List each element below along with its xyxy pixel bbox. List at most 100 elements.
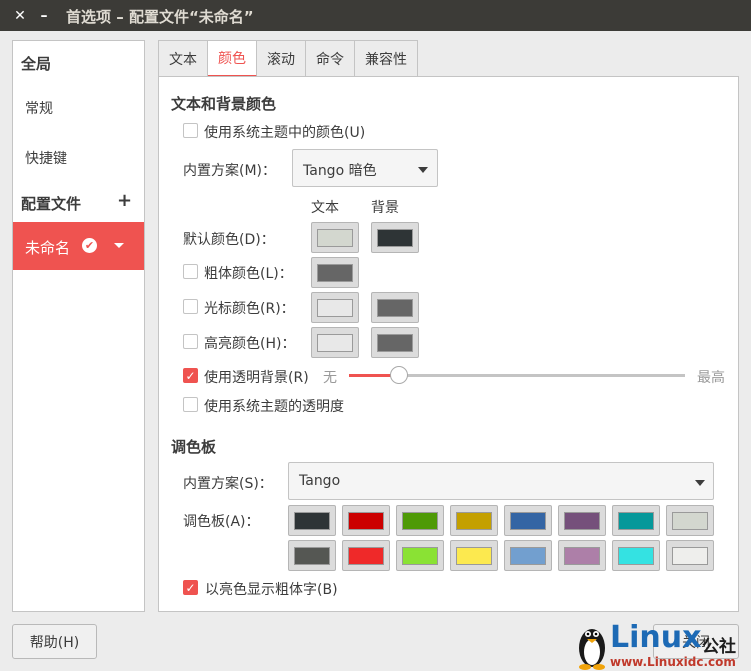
add-profile-icon[interactable]: + bbox=[117, 192, 132, 210]
color-swatch bbox=[618, 546, 654, 565]
watermark-url: www.Linuxidc.com bbox=[610, 655, 736, 669]
title-bar: ✕ – 首选项 – 配置文件“未命名” bbox=[0, 0, 751, 31]
builtin-scheme-combo[interactable]: Tango 暗色 bbox=[292, 149, 438, 187]
default-text-color-button[interactable] bbox=[311, 222, 359, 253]
palette-row2-swatch-button-0[interactable] bbox=[288, 540, 336, 571]
sidebar-item-general[interactable]: 常规 bbox=[25, 98, 53, 118]
sidebar-heading-profiles: 配置文件 bbox=[21, 195, 82, 213]
color-swatch bbox=[348, 546, 384, 565]
color-swatch bbox=[402, 511, 438, 530]
color-swatch bbox=[456, 511, 492, 530]
default-check-icon: ✔ bbox=[82, 238, 97, 253]
cursor-bg-color-button[interactable] bbox=[371, 292, 419, 323]
bold-bright-checkbox[interactable]: ✓ bbox=[183, 580, 198, 595]
tab-command[interactable]: 命令 bbox=[306, 40, 355, 77]
minimize-icon[interactable]: – bbox=[36, 8, 52, 24]
bold-bright-label: 以亮色显示粗体字(B) bbox=[205, 582, 338, 598]
highlight-text-color-button[interactable] bbox=[311, 327, 359, 358]
bold-color-button[interactable] bbox=[311, 257, 359, 288]
color-swatch bbox=[294, 511, 330, 530]
color-swatch bbox=[456, 546, 492, 565]
color-swatch bbox=[377, 228, 413, 247]
cursor-color-checkbox[interactable] bbox=[183, 299, 198, 314]
color-swatch bbox=[618, 511, 654, 530]
palette-row1-swatch-button-4[interactable] bbox=[504, 505, 552, 536]
color-swatch bbox=[672, 511, 708, 530]
sidebar-heading-global: 全局 bbox=[21, 55, 52, 73]
watermark-brand: Linux bbox=[610, 620, 702, 655]
palette-row1-swatch-button-1[interactable] bbox=[342, 505, 390, 536]
palette-row-1 bbox=[288, 505, 718, 536]
color-swatch bbox=[377, 298, 413, 317]
watermark-cn: 公社 bbox=[702, 637, 736, 657]
window-title: 首选项 – 配置文件“未命名” bbox=[66, 8, 254, 26]
text-bg-colors-heading: 文本和背景颜色 bbox=[171, 95, 277, 113]
palette-row2-swatch-button-7[interactable] bbox=[666, 540, 714, 571]
watermark: Linux 公社 www.Linuxidc.com bbox=[572, 620, 751, 671]
color-swatch bbox=[672, 546, 708, 565]
profile-name: 未命名 bbox=[25, 239, 71, 257]
color-swatch bbox=[317, 228, 353, 247]
close-icon[interactable]: ✕ bbox=[12, 8, 28, 24]
palette-scheme-label: 内置方案(S)： bbox=[183, 476, 273, 492]
palette-row2-swatch-button-4[interactable] bbox=[504, 540, 552, 571]
sidebar-item-profile[interactable]: 未命名 ✔ bbox=[13, 222, 144, 270]
transparency-slider-handle[interactable] bbox=[390, 366, 408, 384]
palette-row1-swatch-button-7[interactable] bbox=[666, 505, 714, 536]
color-swatch bbox=[510, 546, 546, 565]
color-swatch bbox=[348, 511, 384, 530]
cursor-color-label: 光标颜色(R)： bbox=[204, 301, 295, 317]
transparency-max-label: 最高 bbox=[697, 370, 725, 386]
cursor-text-color-button[interactable] bbox=[311, 292, 359, 323]
builtin-scheme-value: Tango 暗色 bbox=[303, 163, 377, 179]
tab-bar: 文本 颜色 滚动 命令 兼容性 bbox=[158, 40, 418, 77]
sidebar-item-shortcuts[interactable]: 快捷键 bbox=[25, 148, 67, 168]
column-text-header: 文本 bbox=[311, 200, 339, 216]
highlight-bg-color-button[interactable] bbox=[371, 327, 419, 358]
bold-color-checkbox[interactable] bbox=[183, 264, 198, 279]
builtin-scheme-label: 内置方案(M)： bbox=[183, 163, 277, 179]
system-transparency-label: 使用系统主题的透明度 bbox=[204, 399, 344, 415]
bold-color-label: 粗体颜色(L)： bbox=[204, 266, 293, 282]
chevron-down-icon[interactable] bbox=[114, 243, 124, 248]
palette-row1-swatch-button-0[interactable] bbox=[288, 505, 336, 536]
palette-row1-swatch-button-5[interactable] bbox=[558, 505, 606, 536]
chevron-down-icon bbox=[695, 480, 705, 486]
highlight-color-label: 高亮颜色(H)： bbox=[204, 336, 296, 352]
chevron-down-icon bbox=[418, 167, 428, 173]
default-bg-color-button[interactable] bbox=[371, 222, 419, 253]
color-swatch bbox=[402, 546, 438, 565]
use-system-theme-checkbox[interactable] bbox=[183, 123, 198, 138]
tab-scrolling[interactable]: 滚动 bbox=[257, 40, 306, 77]
transparent-bg-label: 使用透明背景(R) bbox=[204, 370, 309, 386]
transparency-min-label: 无 bbox=[323, 370, 337, 386]
highlight-color-checkbox[interactable] bbox=[183, 334, 198, 349]
tux-penguin-icon bbox=[579, 629, 605, 670]
use-system-theme-label: 使用系统主题中的颜色(U) bbox=[204, 125, 366, 141]
color-swatch bbox=[317, 263, 353, 282]
palette-scheme-combo[interactable]: Tango bbox=[288, 462, 714, 500]
help-button[interactable]: 帮助(H) bbox=[12, 624, 97, 659]
palette-label: 调色板(A)： bbox=[183, 514, 260, 530]
palette-row2-swatch-button-1[interactable] bbox=[342, 540, 390, 571]
palette-row2-swatch-button-2[interactable] bbox=[396, 540, 444, 571]
palette-row2-swatch-button-6[interactable] bbox=[612, 540, 660, 571]
transparent-bg-checkbox[interactable]: ✓ bbox=[183, 368, 198, 383]
system-transparency-checkbox[interactable] bbox=[183, 397, 198, 412]
palette-row2-swatch-button-3[interactable] bbox=[450, 540, 498, 571]
tab-text[interactable]: 文本 bbox=[158, 40, 208, 77]
palette-row1-swatch-button-3[interactable] bbox=[450, 505, 498, 536]
palette-scheme-value: Tango bbox=[299, 473, 341, 489]
tab-compatibility[interactable]: 兼容性 bbox=[355, 40, 418, 77]
color-swatch bbox=[564, 511, 600, 530]
default-color-label: 默认颜色(D)： bbox=[183, 232, 275, 248]
colors-panel: 文本和背景颜色 使用系统主题中的颜色(U) 内置方案(M)： Tango 暗色 … bbox=[158, 76, 739, 612]
palette-heading: 调色板 bbox=[171, 438, 217, 456]
color-swatch bbox=[317, 333, 353, 352]
tab-colors[interactable]: 颜色 bbox=[208, 40, 257, 77]
palette-row1-swatch-button-2[interactable] bbox=[396, 505, 444, 536]
palette-row1-swatch-button-6[interactable] bbox=[612, 505, 660, 536]
color-swatch bbox=[564, 546, 600, 565]
palette-row2-swatch-button-5[interactable] bbox=[558, 540, 606, 571]
color-swatch bbox=[317, 298, 353, 317]
